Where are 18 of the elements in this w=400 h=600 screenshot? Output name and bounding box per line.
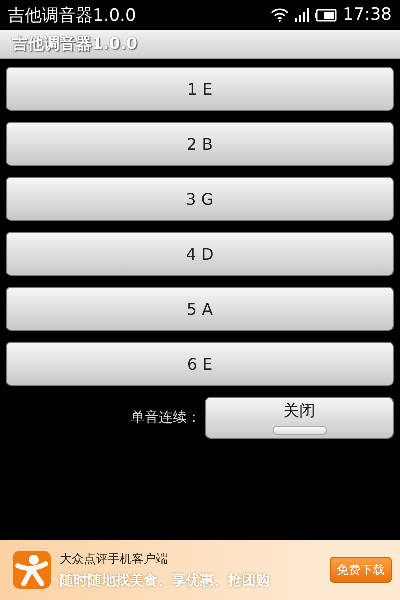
battery-icon	[315, 8, 337, 22]
app-title: 吉他调音器1.0.0	[12, 34, 138, 54]
string-button[interactable]: 2 B	[6, 122, 394, 166]
string-button[interactable]: 6 E	[6, 342, 394, 386]
clock: 17:38	[343, 5, 392, 25]
toggle-label: 单音连续：	[131, 409, 201, 427]
app-name: 吉他调音器1.0.0	[8, 4, 136, 26]
signal-icon	[295, 8, 309, 22]
ad-title: 大众点评手机客户端	[60, 550, 169, 568]
string-button[interactable]: 4 D	[6, 232, 394, 276]
wifi-icon	[271, 8, 289, 22]
person-logo-icon	[12, 550, 52, 590]
string-button[interactable]: 3 G	[6, 177, 394, 221]
toggle-button[interactable]: 关闭	[205, 397, 394, 439]
string-button[interactable]: 5 A	[6, 287, 394, 331]
ad-banner[interactable]: 大众点评手机客户端 随时随地找美食、享优惠、抢团购 免费下载	[0, 540, 400, 600]
string-button[interactable]: 1 E	[6, 67, 394, 111]
ad-slogan: 随时随地找美食、享优惠、抢团购	[60, 572, 270, 590]
